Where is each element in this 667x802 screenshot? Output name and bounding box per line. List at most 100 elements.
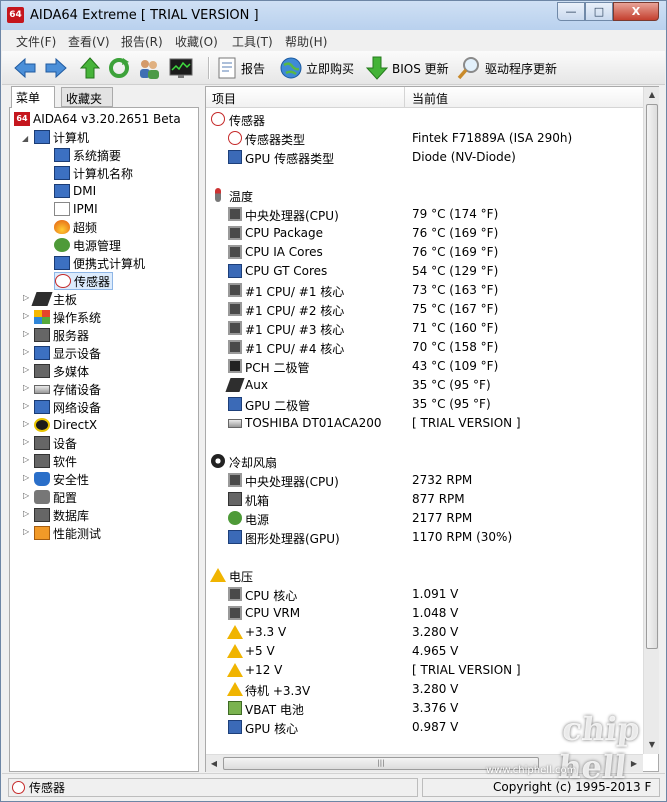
list-item[interactable]: PCH 二极管 43 °C (109 °F) xyxy=(206,357,643,376)
list-item[interactable]: 传感器类型 Fintek F71889A (ISA 290h) xyxy=(206,129,643,148)
tree-devices[interactable]: 设备 xyxy=(34,434,77,452)
monitor-graph-icon[interactable] xyxy=(169,56,193,80)
voltage-warning-icon xyxy=(210,568,226,582)
vertical-scroll-thumb[interactable] xyxy=(646,104,658,649)
list-item[interactable]: #1 CPU/ #2 核心 75 °C (167 °F) xyxy=(206,300,643,319)
list-item[interactable]: 电源 2177 RPM xyxy=(206,509,643,528)
refresh-icon[interactable] xyxy=(107,56,131,80)
list-item[interactable]: CPU GT Cores 54 °C (129 °F) xyxy=(206,262,643,281)
menu-report[interactable]: 报告(R) xyxy=(121,33,163,50)
close-button[interactable]: X xyxy=(613,2,659,21)
list-item[interactable]: GPU 二极管 35 °C (95 °F) xyxy=(206,395,643,414)
expand-arrow-icon[interactable]: ▷ xyxy=(23,383,32,392)
forward-arrow-icon[interactable] xyxy=(44,56,68,80)
list-item[interactable]: 图形处理器(GPU) 1170 RPM (30%) xyxy=(206,528,643,547)
menu-help[interactable]: 帮助(H) xyxy=(285,33,327,50)
item-value: 71 °C (160 °F) xyxy=(412,321,499,335)
tree-config[interactable]: 配置 xyxy=(34,488,77,506)
back-arrow-icon[interactable] xyxy=(13,56,37,80)
list-item[interactable]: CPU Package 76 °C (169 °F) xyxy=(206,224,643,243)
list-item[interactable]: TOSHIBA DT01ACA200 [ TRIAL VERSION ] xyxy=(206,414,643,433)
expand-arrow-icon[interactable]: ▷ xyxy=(23,419,32,428)
list-item[interactable]: #1 CPU/ #3 核心 71 °C (160 °F) xyxy=(206,319,643,338)
tree-item-power[interactable]: 电源管理 xyxy=(54,236,121,254)
list-item[interactable]: +12 V [ TRIAL VERSION ] xyxy=(206,661,643,680)
expand-arrow-icon[interactable]: ▷ xyxy=(23,527,32,536)
tree-database[interactable]: 数据库 xyxy=(34,506,89,524)
list-item[interactable]: +5 V 4.965 V xyxy=(206,642,643,661)
list-item[interactable]: Aux 35 °C (95 °F) xyxy=(206,376,643,395)
menu-favorites[interactable]: 收藏(O) xyxy=(175,33,218,50)
expand-arrow-icon[interactable]: ▷ xyxy=(23,293,32,302)
expand-arrow-icon[interactable]: ▷ xyxy=(23,347,32,356)
cpu-chip-icon xyxy=(228,226,242,240)
tree-directx[interactable]: DirectX xyxy=(34,416,97,434)
list-item[interactable]: +3.3 V 3.280 V xyxy=(206,623,643,642)
tree-item-dmi[interactable]: DMI xyxy=(54,182,96,200)
tree-item-computer-name[interactable]: 计算机名称 xyxy=(54,164,133,182)
scroll-up-arrow-icon[interactable]: ▲ xyxy=(644,87,660,103)
menu-tools[interactable]: 工具(T) xyxy=(232,33,273,50)
buy-now-button-label: 立即购买 xyxy=(306,61,355,76)
list-item[interactable]: 中央处理器(CPU) 79 °C (174 °F) xyxy=(206,205,643,224)
expand-arrow-icon[interactable]: ▷ xyxy=(23,491,32,500)
tree-benchmark[interactable]: 性能测试 xyxy=(34,524,101,542)
column-item-header[interactable]: 项目 xyxy=(212,90,236,107)
collapse-arrow-icon[interactable]: ◢ xyxy=(22,134,31,143)
tree-item-portable[interactable]: 便携式计算机 xyxy=(54,254,145,272)
list-item[interactable]: CPU IA Cores 76 °C (169 °F) xyxy=(206,243,643,262)
expand-arrow-icon[interactable]: ▷ xyxy=(23,437,32,446)
title-bar[interactable]: 64 AIDA64 Extreme [ TRIAL VERSION ] — □ … xyxy=(1,1,666,30)
tree-multimedia[interactable]: 多媒体 xyxy=(34,362,89,380)
menu-file[interactable]: 文件(F) xyxy=(16,33,56,50)
tree-item-sensor[interactable]: 传感器 xyxy=(54,272,114,290)
list-item[interactable]: 中央处理器(CPU) 2732 RPM xyxy=(206,471,643,490)
menu-view[interactable]: 查看(V) xyxy=(68,33,110,50)
tree-item-overclock[interactable]: 超频 xyxy=(54,218,97,236)
list-item[interactable]: CPU 核心 1.091 V xyxy=(206,585,643,604)
item-value: 73 °C (163 °F) xyxy=(412,283,499,297)
tree-security[interactable]: 安全性 xyxy=(34,470,89,488)
tab-favorites[interactable]: 收藏夹 xyxy=(61,87,113,107)
maximize-button[interactable]: □ xyxy=(585,2,613,21)
expand-arrow-icon[interactable]: ▷ xyxy=(23,329,32,338)
item-label: CPU IA Cores xyxy=(245,245,323,259)
driver-update-button[interactable]: 驱动程序更新 xyxy=(457,55,557,81)
list-item[interactable]: CPU VRM 1.048 V xyxy=(206,604,643,623)
list-item[interactable]: GPU 传感器类型 Diode (NV-Diode) xyxy=(206,148,643,167)
buy-now-button[interactable]: 立即购买 xyxy=(280,55,354,81)
vertical-scrollbar[interactable]: ▲ ▼ xyxy=(643,87,659,754)
expand-arrow-icon[interactable]: ▷ xyxy=(23,311,32,320)
expand-arrow-icon[interactable]: ▷ xyxy=(23,455,32,464)
tab-menu[interactable]: 菜单 xyxy=(11,86,55,108)
column-divider[interactable] xyxy=(404,87,405,108)
expand-arrow-icon[interactable]: ▷ xyxy=(23,509,32,518)
tree-item-ipmi[interactable]: IPMI xyxy=(54,200,98,218)
tree-storage[interactable]: 存储设备 xyxy=(34,380,101,398)
tree-computer[interactable]: 计算机 xyxy=(34,128,89,146)
list-item[interactable]: #1 CPU/ #4 核心 70 °C (158 °F) xyxy=(206,338,643,357)
list-item[interactable]: #1 CPU/ #1 核心 73 °C (163 °F) xyxy=(206,281,643,300)
tree-software[interactable]: 软件 xyxy=(34,452,77,470)
tree-motherboard[interactable]: 主板 xyxy=(31,290,77,308)
expand-arrow-icon[interactable]: ▷ xyxy=(23,401,32,410)
scroll-left-arrow-icon[interactable]: ◀ xyxy=(206,755,222,772)
column-value-header[interactable]: 当前值 xyxy=(412,90,448,107)
up-arrow-icon[interactable] xyxy=(78,56,102,80)
bios-update-button[interactable]: BIOS 更新 xyxy=(366,55,449,81)
report-button[interactable]: 报告 xyxy=(217,55,265,81)
tree-display[interactable]: 显示设备 xyxy=(34,344,101,362)
minimize-button[interactable]: — xyxy=(557,2,585,21)
item-label: VBAT 电池 xyxy=(245,703,304,717)
tree-root[interactable]: 64 AIDA64 v3.20.2651 Beta xyxy=(14,110,181,128)
tree-network[interactable]: 网络设备 xyxy=(34,398,101,416)
list-item[interactable]: 待机 +3.3V 3.280 V xyxy=(206,680,643,699)
users-icon[interactable] xyxy=(137,56,161,80)
report-document-icon xyxy=(218,57,236,79)
expand-arrow-icon[interactable]: ▷ xyxy=(23,365,32,374)
tree-item-summary[interactable]: 系统摘要 xyxy=(54,146,121,164)
tree-server[interactable]: 服务器 xyxy=(34,326,89,344)
expand-arrow-icon[interactable]: ▷ xyxy=(23,473,32,482)
list-item[interactable]: 机箱 877 RPM xyxy=(206,490,643,509)
tree-os[interactable]: 操作系统 xyxy=(34,308,101,326)
